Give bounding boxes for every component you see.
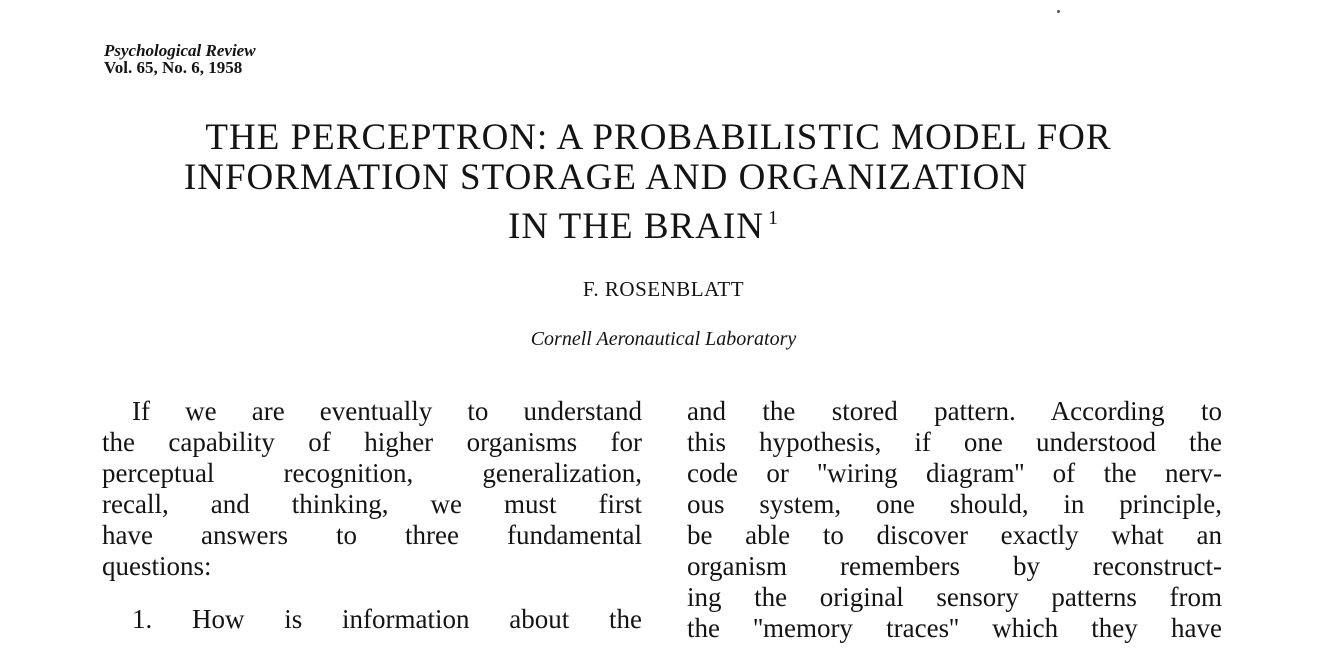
title-line-3: IN THE BRAIN 1 xyxy=(0,198,1327,247)
scan-speck xyxy=(1057,10,1060,13)
journal-name: Psychological Review xyxy=(104,41,256,60)
paragraph-line: ing the original sensory patterns from xyxy=(687,582,1222,612)
paragraph-line: recall, and thinking, we must first xyxy=(102,489,642,519)
paper-page: Psychological Review Vol. 65, No. 6, 195… xyxy=(0,0,1327,659)
title-line-2: INFORMATION STORAGE AND ORGANIZATION xyxy=(183,157,1029,198)
paragraph-line: organism remembers by reconstruct- xyxy=(687,551,1222,581)
paragraph-line: perceptual recognition, generalization, xyxy=(102,458,642,488)
title-line-3-text: IN THE BRAIN xyxy=(508,206,764,247)
journal-volume: Vol. 65, No. 6, 1958 xyxy=(104,58,243,77)
author-affiliation: Cornell Aeronautical Laboratory xyxy=(530,328,797,350)
paragraph-line: code or ''wiring diagram'' of the nerv- xyxy=(687,458,1222,488)
paragraph-line: be able to discover exactly what an xyxy=(687,520,1222,550)
paragraph-line: the ''memory traces'' which they have xyxy=(687,613,1222,643)
footnote-mark: 1 xyxy=(767,207,779,229)
paragraph-line: questions: xyxy=(102,551,212,581)
paragraph-line: have answers to three fundamental xyxy=(102,520,642,550)
author-name: F. ROSENBLATT xyxy=(582,277,745,301)
paragraph-line: and the stored pattern. According to xyxy=(687,396,1222,426)
right-column: and the stored pattern. According to thi… xyxy=(687,396,1222,644)
left-column: If we are eventually to understand the c… xyxy=(102,396,642,635)
paragraph-line: this hypothesis, if one understood the xyxy=(687,427,1222,457)
paragraph-line: ous system, one should, in principle, xyxy=(687,489,1222,519)
question-line: 1. How is information about the xyxy=(132,604,642,634)
title-line-1: THE PERCEPTRON: A PROBABILISTIC MODEL FO… xyxy=(205,117,1112,158)
paragraph-line: If we are eventually to understand xyxy=(132,396,642,426)
paper-title: THE PERCEPTRON: A PROBABILISTIC MODEL FO… xyxy=(0,118,1327,247)
journal-header: Psychological Review Vol. 65, No. 6, 195… xyxy=(104,42,256,76)
paragraph-line: the capability of higher organisms for xyxy=(102,427,642,457)
